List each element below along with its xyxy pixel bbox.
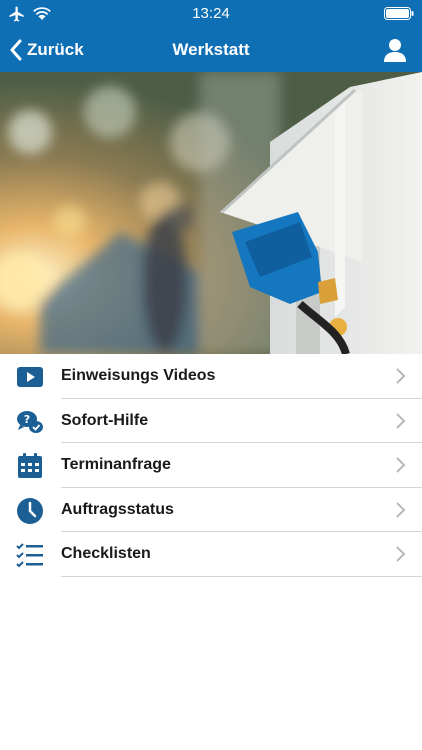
menu-item-sofort-hilfe[interactable]: ? Sofort-Hilfe: [0, 399, 422, 443]
status-time: 13:24: [192, 5, 230, 22]
menu-item-label: Terminanfrage: [61, 456, 171, 473]
menu-list: Einweisungs Videos ? Sofort-Hilfe Termin…: [0, 354, 422, 577]
page-title: Werkstatt: [172, 40, 250, 59]
status-bar: 13:24: [0, 0, 422, 28]
app-header: 13:24 Zurück Werkstatt: [0, 0, 422, 72]
chevron-right-icon: [396, 412, 406, 429]
navigation-bar: Zurück Werkstatt: [0, 28, 422, 72]
menu-item-terminanfrage[interactable]: Terminanfrage: [0, 443, 422, 488]
battery-icon: [384, 7, 414, 20]
menu-item-label: Auftragsstatus: [61, 500, 174, 518]
clock-icon: [17, 497, 43, 524]
svg-text:?: ?: [24, 413, 30, 426]
checklist-icon: [16, 543, 43, 568]
video-play-icon: [17, 367, 43, 387]
chevron-right-icon: [396, 457, 406, 473]
menu-item-checklisten[interactable]: Checklisten: [0, 532, 422, 577]
hero-image: [0, 72, 422, 354]
chevron-right-icon: [396, 546, 406, 562]
menu-item-einweisungs-videos[interactable]: Einweisungs Videos: [0, 354, 422, 399]
chevron-right-icon: [396, 368, 406, 384]
help-chat-icon: ?: [17, 410, 43, 433]
menu-item-auftragsstatus[interactable]: Auftragsstatus: [0, 488, 422, 532]
menu-item-label: Einweisungs Videos: [61, 367, 216, 384]
chevron-right-icon: [396, 501, 406, 518]
user-profile-icon[interactable]: [384, 38, 406, 62]
camping-power-hookup-photo: [0, 72, 422, 354]
calendar-icon: [18, 453, 42, 478]
separator: [61, 575, 422, 577]
menu-item-label: Checklisten: [61, 545, 151, 562]
menu-item-label: Sofort-Hilfe: [61, 411, 149, 429]
